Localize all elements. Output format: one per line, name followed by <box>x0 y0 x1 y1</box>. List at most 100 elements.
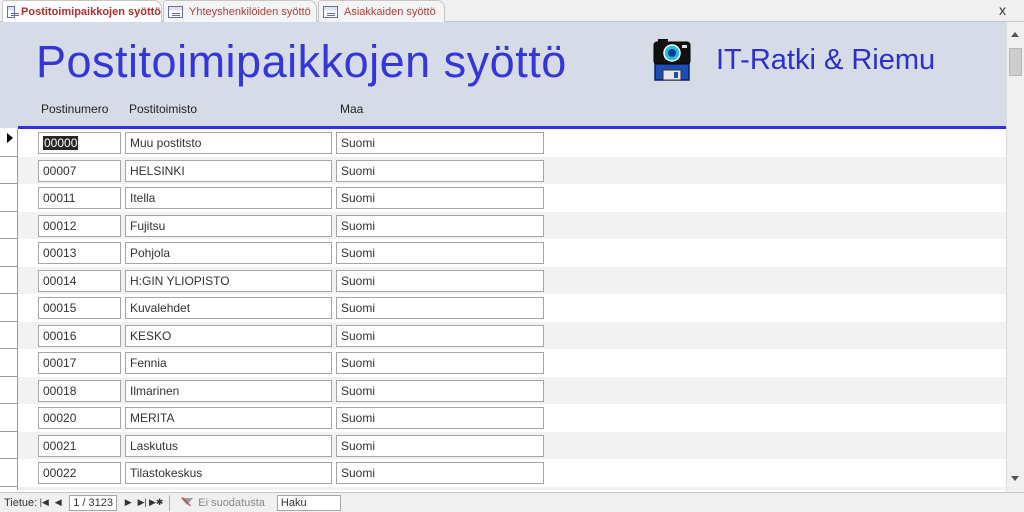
maa-field[interactable]: Suomi <box>336 187 544 209</box>
maa-field[interactable] <box>336 489 544 490</box>
column-header-postitoimisto: Postitoimisto <box>129 102 198 116</box>
search-input[interactable]: Haku <box>276 494 341 511</box>
postitoimisto-field[interactable]: H:GIN YLIOPISTO <box>125 269 332 292</box>
postinumero-field[interactable]: 00018 <box>38 379 121 402</box>
tab-asiakkaiden-syotto[interactable]: Asiakkaiden syöttö <box>318 0 445 22</box>
tab-postitoimipaikkojen-syotto[interactable]: Postitoimipaikkojen syöttö <box>2 0 162 23</box>
cell-value: 00000 <box>43 136 79 150</box>
maa-field[interactable]: Suomi <box>336 132 544 154</box>
cell-value: Suomi <box>341 136 376 150</box>
first-record-icon[interactable]: |◀ <box>37 495 51 511</box>
postinumero-field[interactable]: 00016 <box>38 324 121 347</box>
maa-field[interactable]: Suomi <box>336 462 544 484</box>
postitoimisto-field[interactable] <box>125 489 332 490</box>
last-record-icon[interactable]: ▶| <box>135 495 149 511</box>
postinumero-field[interactable] <box>38 489 121 490</box>
postinumero-field[interactable]: 00007 <box>38 159 121 182</box>
postinumero-field[interactable]: 00014 <box>38 269 121 292</box>
maa-field[interactable]: Suomi <box>336 242 544 264</box>
postinumero-field[interactable]: 00011 <box>38 187 121 209</box>
company-name: IT-Ratki & Riemu <box>716 44 936 76</box>
record-selector[interactable] <box>0 459 18 487</box>
cell-value: H:GIN YLIOPISTO <box>130 273 230 288</box>
column-header-maa: Maa <box>340 102 364 116</box>
postinumero-field[interactable]: 00017 <box>38 352 121 374</box>
postitoimisto-field[interactable]: Pohjola <box>125 242 332 264</box>
postitoimisto-field[interactable]: Ilmarinen <box>125 379 332 402</box>
postitoimisto-field[interactable]: Fujitsu <box>125 214 332 237</box>
record-selector[interactable] <box>0 376 18 404</box>
record-selector[interactable] <box>0 211 18 239</box>
postitoimisto-field[interactable]: MERITA <box>125 407 332 429</box>
cell-value: 00016 <box>43 328 77 343</box>
postitoimisto-field[interactable]: Kuvalehdet <box>125 297 332 319</box>
postinumero-field[interactable]: 00020 <box>38 407 121 429</box>
scroll-down-icon[interactable] <box>1009 470 1022 488</box>
postitoimisto-field[interactable]: Laskutus <box>125 434 332 457</box>
postinumero-field[interactable]: 00013 <box>38 242 121 264</box>
postitoimisto-field[interactable]: KESKO <box>125 324 332 347</box>
record-selector[interactable] <box>0 349 18 377</box>
postitoimisto-field[interactable]: HELSINKI <box>125 159 332 182</box>
table-row: 00015 Kuvalehdet Suomi <box>0 294 1006 322</box>
postitoimisto-field[interactable]: Fennia <box>125 352 332 374</box>
maa-field[interactable]: Suomi <box>336 352 544 374</box>
postinumero-field[interactable]: 00022 <box>38 462 121 484</box>
postitoimisto-field[interactable]: Itella <box>125 187 332 209</box>
record-position-field[interactable]: 1 / 3123 <box>69 494 118 511</box>
postinumero-field[interactable]: 00015 <box>38 297 121 319</box>
maa-field[interactable]: Suomi <box>336 214 544 237</box>
record-list: 00000 Muu postitsto Suomi 00007 HELSINKI Suom… <box>0 129 1006 490</box>
filter-off-icon[interactable] <box>180 496 194 510</box>
tab-label: Asiakkaiden syöttö <box>344 5 436 18</box>
scrollbar-thumb[interactable] <box>1009 48 1022 76</box>
cell-value: Tilastokeskus <box>130 466 203 480</box>
cell-value: 00013 <box>43 246 77 260</box>
record-selector[interactable] <box>0 184 18 212</box>
maa-field[interactable]: Suomi <box>336 159 544 182</box>
record-selector[interactable] <box>0 156 18 184</box>
camera-floppy-icon <box>653 39 691 81</box>
form-icon <box>323 5 338 18</box>
record-selector[interactable] <box>0 486 18 490</box>
record-selector[interactable] <box>0 239 18 267</box>
table-row: 00012 Fujitsu Suomi <box>0 211 1006 239</box>
record-selector[interactable] <box>0 266 18 294</box>
previous-record-icon[interactable]: ◀ <box>51 495 65 511</box>
record-navigation-bar: Tietue: |◀ ◀ 1 / 3123 ▶ ▶| ▶✱ Ei suodatu… <box>0 492 1024 512</box>
cell-value: Suomi <box>341 218 376 233</box>
filter-status[interactable]: Ei suodatusta <box>198 497 265 509</box>
new-record-icon[interactable]: ▶✱ <box>149 495 163 511</box>
cell-value: Muu postitsto <box>130 136 202 150</box>
postinumero-field[interactable]: 00012 <box>38 214 121 237</box>
postitoimisto-field[interactable]: Muu postitsto <box>125 132 332 154</box>
record-selector[interactable] <box>0 129 18 157</box>
maa-field[interactable]: Suomi <box>336 379 544 402</box>
maa-field[interactable]: Suomi <box>336 269 544 292</box>
cell-value: Ilmarinen <box>130 383 180 398</box>
cell-value: Suomi <box>341 328 376 343</box>
column-header-postinumero: Postinumero <box>41 102 109 116</box>
maa-field[interactable]: Suomi <box>336 407 544 429</box>
postinumero-field[interactable]: 00000 <box>38 132 121 154</box>
record-selector[interactable] <box>0 321 18 349</box>
next-record-icon[interactable]: ▶ <box>121 495 135 511</box>
scroll-up-icon[interactable] <box>1009 26 1022 44</box>
cell-value: 00014 <box>43 273 77 288</box>
table-row <box>0 486 1006 490</box>
maa-field[interactable]: Suomi <box>336 324 544 347</box>
cell-value: 00007 <box>43 163 77 178</box>
record-selector[interactable] <box>0 404 18 432</box>
cell-value: Suomi <box>341 356 376 370</box>
maa-field[interactable]: Suomi <box>336 434 544 457</box>
maa-field[interactable]: Suomi <box>336 297 544 319</box>
cell-value: KESKO <box>130 328 172 343</box>
cell-value: Suomi <box>341 246 376 260</box>
record-selector[interactable] <box>0 294 18 322</box>
postitoimisto-field[interactable]: Tilastokeskus <box>125 462 332 484</box>
vertical-scrollbar[interactable] <box>1006 22 1024 492</box>
close-tab-button[interactable]: x <box>999 2 1006 18</box>
tab-yhteyshenkiloiden-syotto[interactable]: Yhteyshenkilöiden syöttö <box>163 0 317 22</box>
record-selector[interactable] <box>0 431 18 459</box>
postinumero-field[interactable]: 00021 <box>38 434 121 457</box>
